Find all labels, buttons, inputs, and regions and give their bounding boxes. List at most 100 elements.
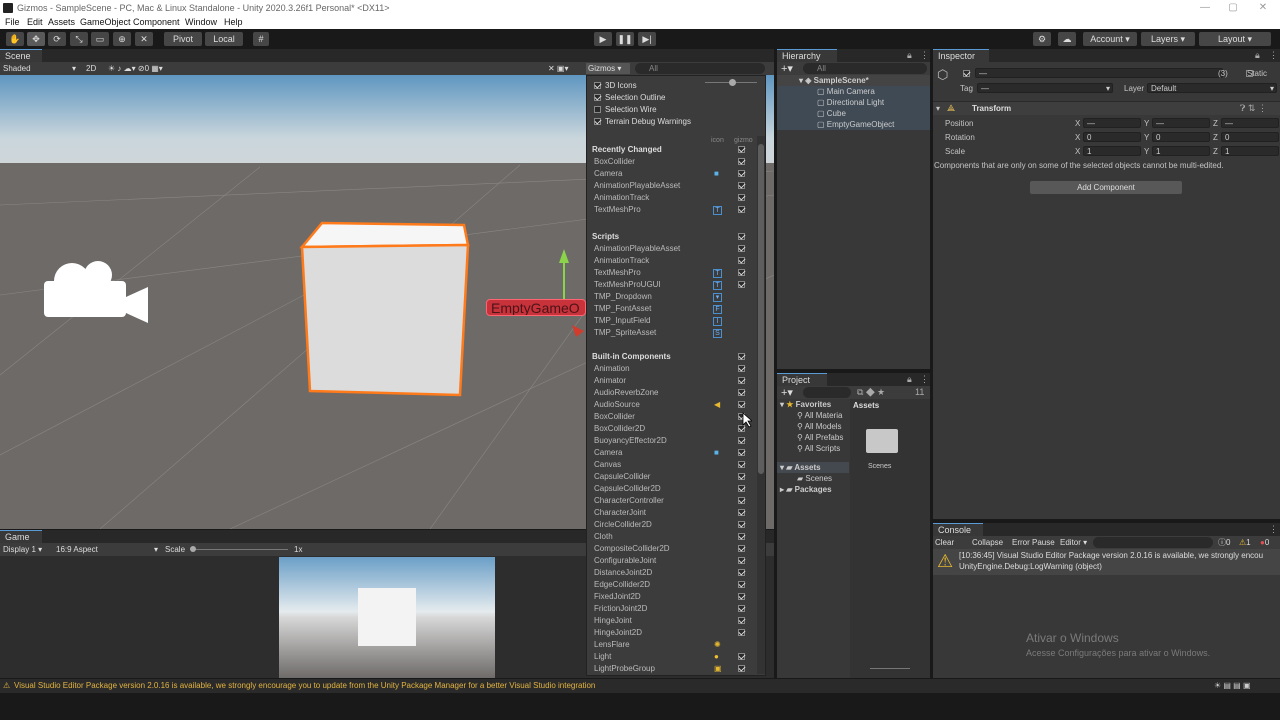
minimize-icon[interactable]: —	[1194, 0, 1216, 16]
rotate-tool-icon[interactable]: ⟳	[48, 32, 66, 46]
gizmo-checkbox[interactable]	[738, 245, 745, 252]
add-component-button[interactable]: Add Component	[1030, 181, 1182, 194]
console-log-entry[interactable]: ⚠ [10:36:45] Visual Studio Editor Packag…	[933, 549, 1280, 575]
script-icon[interactable]: ▾	[713, 293, 722, 302]
aspect-dropdown[interactable]: 16:9 Aspect ▾	[56, 544, 160, 555]
gizmo-component-row[interactable]: EdgeCollider2D	[587, 579, 757, 591]
gizmo-component-row[interactable]: Cloth	[587, 531, 757, 543]
gizmo-checkbox[interactable]	[738, 206, 745, 213]
gizmo-component-row[interactable]: AnimationTrack	[587, 192, 757, 204]
gizmo-component-row[interactable]: AudioSource ◀	[587, 399, 757, 411]
foldout-icon[interactable]: ▾	[936, 104, 940, 113]
rect-tool-icon[interactable]: ▭	[91, 32, 109, 46]
gizmo-component-row[interactable]: CompositeCollider2D	[587, 543, 757, 555]
error-count[interactable]: ●0	[1260, 537, 1269, 548]
gizmo-checkbox[interactable]	[738, 665, 745, 672]
play-button[interactable]: ▶	[594, 32, 612, 46]
hierarchy-item[interactable]: ▢ Directional Light	[777, 97, 930, 108]
more-icon[interactable]: ⋮	[1269, 50, 1278, 61]
section-gizmo-checkbox[interactable]	[738, 353, 745, 360]
gizmo-checkbox[interactable]	[738, 593, 745, 600]
menu-window[interactable]: Window	[185, 16, 217, 29]
script-icon[interactable]: F	[713, 305, 722, 314]
account-dropdown[interactable]: Account ▾	[1083, 32, 1137, 46]
gizmo-checkbox[interactable]	[738, 653, 745, 660]
gizmo-component-row[interactable]: CircleCollider2D	[587, 519, 757, 531]
gizmos-dropdown[interactable]: Gizmos ▾	[586, 63, 630, 74]
gizmo-component-row[interactable]: BuoyancyEffector2D	[587, 435, 757, 447]
add-icon[interactable]: +▾	[781, 62, 793, 75]
gizmo-checkbox[interactable]	[738, 605, 745, 612]
gizmo-checkbox[interactable]	[738, 377, 745, 384]
favorite-item[interactable]: ⚲ All Models	[777, 421, 842, 432]
probe-icon[interactable]: ▣	[714, 663, 722, 675]
scene-search-input[interactable]: All	[635, 63, 765, 74]
hierarchy-item[interactable]: ▢ EmptyGameObject	[777, 119, 930, 130]
gizmo-component-row[interactable]: TMP_SpriteAsset S	[587, 327, 757, 339]
custom-tool-icon[interactable]: ✕	[135, 32, 153, 46]
error-pause-button[interactable]: Error Pause	[1012, 537, 1055, 548]
lock-icon[interactable]: 🔒︎	[907, 50, 912, 61]
gizmo-component-row[interactable]: CapsuleCollider	[587, 471, 757, 483]
close-icon[interactable]: ✕	[1252, 0, 1274, 16]
script-icon[interactable]: T	[713, 281, 722, 290]
info-count[interactable]: ⓘ0	[1218, 537, 1230, 548]
help-icon[interactable]: ❓︎ ⇅ ⋮	[1240, 103, 1267, 114]
hierarchy-search-input[interactable]: All	[803, 63, 927, 74]
empty-gameobject-label[interactable]: EmptyGameO	[486, 299, 586, 316]
transform-x-field[interactable]: —	[1083, 118, 1141, 128]
gizmo-component-row[interactable]: AnimationPlayableAsset	[587, 180, 757, 192]
hierarchy-item[interactable]: ▢ Main Camera	[777, 86, 930, 97]
spk-icon[interactable]: ◀	[714, 399, 720, 411]
gizmo-component-row[interactable]: BoxCollider	[587, 156, 757, 168]
gizmos-toggle-row[interactable]: Selection Wire	[587, 104, 757, 116]
script-icon[interactable]: I	[713, 317, 722, 326]
toggle-checkbox[interactable]	[594, 94, 601, 101]
gizmo-checkbox[interactable]	[738, 170, 745, 177]
section-gizmo-checkbox[interactable]	[738, 233, 745, 240]
assets-folder-item[interactable]: ▾ ▰ Assets	[777, 462, 849, 473]
gizmo-component-row[interactable]: Camera ■	[587, 447, 757, 459]
gizmo-checkbox[interactable]	[738, 281, 745, 288]
step-button[interactable]: ▶|	[638, 32, 656, 46]
gizmo-component-row[interactable]: CharacterController	[587, 495, 757, 507]
layers-dropdown[interactable]: Layers ▾	[1141, 32, 1195, 46]
gizmo-component-row[interactable]: TextMeshPro T	[587, 204, 757, 216]
console-search-input[interactable]	[1093, 537, 1213, 548]
gizmos-toggle-row[interactable]: Selection Outline	[587, 92, 757, 104]
gizmo-component-row[interactable]: FixedJoint2D	[587, 591, 757, 603]
favorite-item[interactable]: ⚲ All Prefabs	[777, 432, 843, 443]
hierarchy-item[interactable]: ▢ Cube	[777, 108, 930, 119]
icon-zoom-slider[interactable]	[870, 668, 910, 669]
active-checkbox[interactable]	[963, 70, 970, 77]
layout-dropdown[interactable]: Layout ▾	[1199, 32, 1271, 46]
pivot-toggle[interactable]: Pivot	[164, 32, 202, 46]
gizmo-component-row[interactable]: FrictionJoint2D	[587, 603, 757, 615]
gizmo-component-row[interactable]: HingeJoint	[587, 615, 757, 627]
menu-component[interactable]: Component	[133, 16, 180, 29]
status-icons[interactable]: ☀ ▤ ▤ ▣	[1214, 679, 1251, 693]
scenes-folder-item[interactable]: ▰ Scenes	[777, 473, 832, 484]
favorites-item[interactable]: ▾ ★ Favorites	[777, 399, 831, 410]
cloud-icon[interactable]: ☁	[1058, 32, 1076, 46]
add-icon[interactable]: +▾	[781, 386, 793, 399]
hand-tool-icon[interactable]: ✋	[6, 32, 24, 46]
script-icon[interactable]: T	[713, 206, 722, 215]
packages-folder-item[interactable]: ▸ ▰ Packages	[777, 484, 832, 495]
move-tool-icon[interactable]: ✥	[27, 32, 45, 46]
gizmo-checkbox[interactable]	[738, 497, 745, 504]
toggle-checkbox[interactable]	[594, 118, 601, 125]
gizmo-component-row[interactable]: AnimationPlayableAsset	[587, 243, 757, 255]
filter-icons[interactable]: ⧉ ◆ ★	[857, 387, 885, 398]
tab-hierarchy[interactable]: Hierarchy	[777, 49, 837, 62]
tab-project[interactable]: Project	[777, 373, 827, 386]
menu-assets[interactable]: Assets	[48, 16, 75, 29]
more-icon[interactable]: ⋮	[920, 50, 929, 61]
gizmo-checkbox[interactable]	[738, 437, 745, 444]
gizmos-scroll-thumb[interactable]	[758, 144, 764, 474]
gizmo-component-row[interactable]: DistanceJoint2D	[587, 567, 757, 579]
project-search-input[interactable]	[803, 387, 851, 398]
gizmo-component-row[interactable]: AnimationTrack	[587, 255, 757, 267]
gizmo-component-row[interactable]: TMP_FontAsset F	[587, 303, 757, 315]
gizmo-component-row[interactable]: BoxCollider2D	[587, 423, 757, 435]
